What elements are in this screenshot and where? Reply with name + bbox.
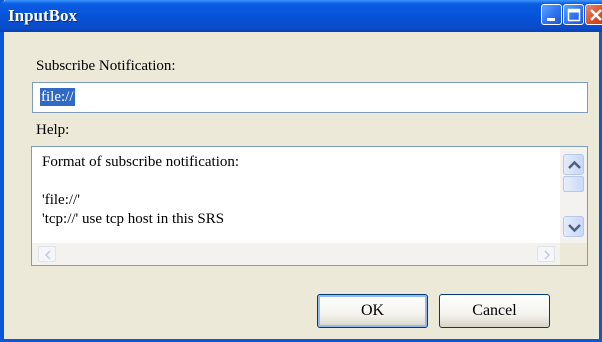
horizontal-scrollbar[interactable]	[32, 243, 560, 265]
close-button[interactable]	[585, 4, 602, 25]
chevron-up-icon	[568, 160, 581, 169]
maximize-icon	[567, 8, 581, 22]
subscribe-notification-input[interactable]: file://	[32, 82, 588, 113]
title-bar[interactable]: InputBox	[0, 0, 602, 32]
window-title: InputBox	[8, 6, 77, 25]
cancel-button[interactable]: Cancel	[439, 294, 550, 328]
help-textarea[interactable]: Format of subscribe notification: 'file:…	[31, 146, 588, 266]
scroll-right-button[interactable]	[537, 246, 555, 262]
inputbox-window: InputBox Subscribe Notification: file://…	[0, 0, 602, 342]
scroll-down-button[interactable]	[563, 216, 584, 237]
minimize-button[interactable]	[541, 4, 562, 25]
minimize-icon	[547, 18, 555, 21]
help-text: Format of subscribe notification: 'file:…	[42, 154, 240, 227]
close-icon	[590, 9, 602, 21]
scroll-up-button[interactable]	[563, 154, 584, 175]
ok-button[interactable]: OK	[317, 294, 428, 328]
scrollbar-corner	[560, 243, 587, 265]
subscribe-notification-label: Subscribe Notification:	[36, 58, 176, 74]
chevron-right-icon	[544, 250, 551, 260]
scroll-thumb[interactable]	[563, 176, 584, 192]
vertical-scrollbar[interactable]	[560, 147, 587, 243]
subscribe-notification-value: file://	[40, 88, 75, 106]
scroll-left-button[interactable]	[38, 246, 56, 262]
help-label: Help:	[36, 122, 70, 138]
chevron-left-icon	[44, 250, 51, 260]
maximize-button[interactable]	[563, 4, 584, 25]
chevron-down-icon	[568, 224, 581, 233]
